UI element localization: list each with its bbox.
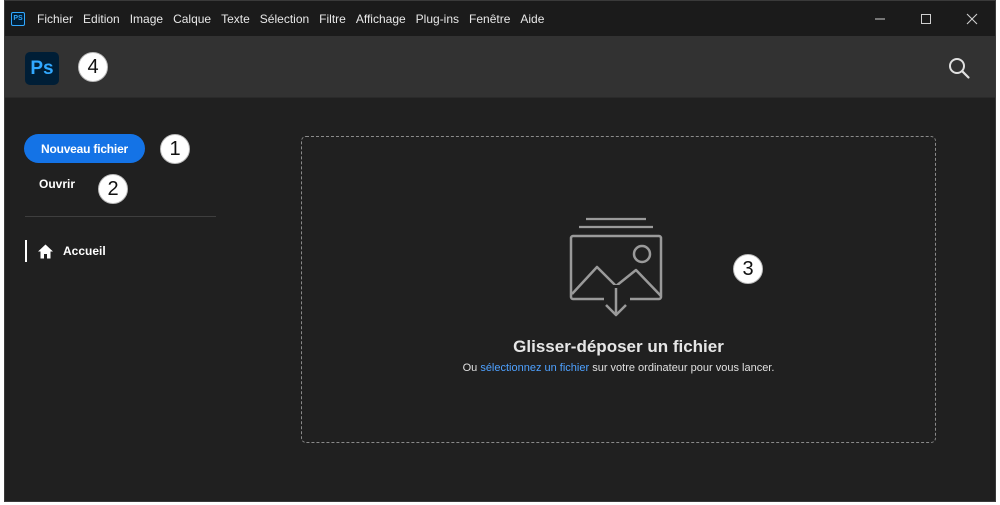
sidebar-item-home[interactable]: Accueil	[25, 240, 106, 262]
menu-aide[interactable]: Aide	[520, 12, 544, 26]
menu-selection[interactable]: Sélection	[260, 12, 309, 26]
menu-edition[interactable]: Edition	[83, 12, 120, 26]
select-file-link[interactable]: sélectionnez un fichier	[480, 362, 589, 374]
minimize-icon	[875, 18, 885, 19]
file-drop-zone[interactable]: Glisser-déposer un fichier Ou sélectionn…	[301, 136, 936, 443]
app-icon: PS	[11, 11, 25, 26]
drop-zone-title: Glisser-déposer un fichier	[513, 337, 724, 356]
ps-logo[interactable]: Ps	[25, 52, 59, 85]
search-button[interactable]	[947, 56, 971, 80]
new-file-button[interactable]: Nouveau fichier	[24, 134, 145, 163]
image-stack-download-icon	[564, 215, 668, 319]
menu-affichage[interactable]: Affichage	[356, 12, 406, 26]
callout-3: 3	[733, 254, 763, 284]
menu-fichier[interactable]: Fichier	[37, 12, 73, 26]
menu-fenetre[interactable]: Fenêtre	[469, 12, 510, 26]
sidebar-item-label: Accueil	[63, 244, 106, 258]
sidebar-divider	[25, 216, 216, 217]
maximize-icon	[921, 13, 931, 24]
callout-4: 4	[78, 52, 108, 82]
close-button[interactable]	[949, 1, 995, 36]
menu-image[interactable]: Image	[130, 12, 163, 26]
app-window: PS Fichier Edition Image Calque Texte Sé…	[4, 0, 996, 502]
menu-calque[interactable]: Calque	[173, 12, 211, 26]
menu-filtre[interactable]: Filtre	[319, 12, 346, 26]
app-header: Ps	[5, 36, 995, 98]
drop-zone-subtitle: Ou sélectionnez un fichier sur votre ord…	[302, 362, 935, 374]
open-button[interactable]: Ouvrir	[39, 177, 75, 191]
drop-zone-subtitle-suffix: sur votre ordinateur pour vous lancer.	[589, 362, 775, 374]
search-icon	[949, 58, 970, 79]
maximize-button[interactable]	[903, 1, 949, 36]
menu-texte[interactable]: Texte	[221, 12, 250, 26]
callout-1: 1	[160, 134, 190, 164]
menu-plug-ins[interactable]: Plug-ins	[416, 12, 459, 26]
minimize-button[interactable]	[857, 1, 903, 36]
menu-bar: Fichier Edition Image Calque Texte Sélec…	[37, 12, 554, 26]
active-indicator	[25, 240, 27, 262]
title-bar: PS Fichier Edition Image Calque Texte Sé…	[5, 1, 995, 36]
drop-zone-subtitle-prefix: Ou	[462, 362, 481, 374]
home-icon	[37, 243, 54, 260]
callout-2: 2	[98, 174, 128, 204]
window-controls	[857, 1, 995, 36]
close-icon	[966, 13, 978, 24]
